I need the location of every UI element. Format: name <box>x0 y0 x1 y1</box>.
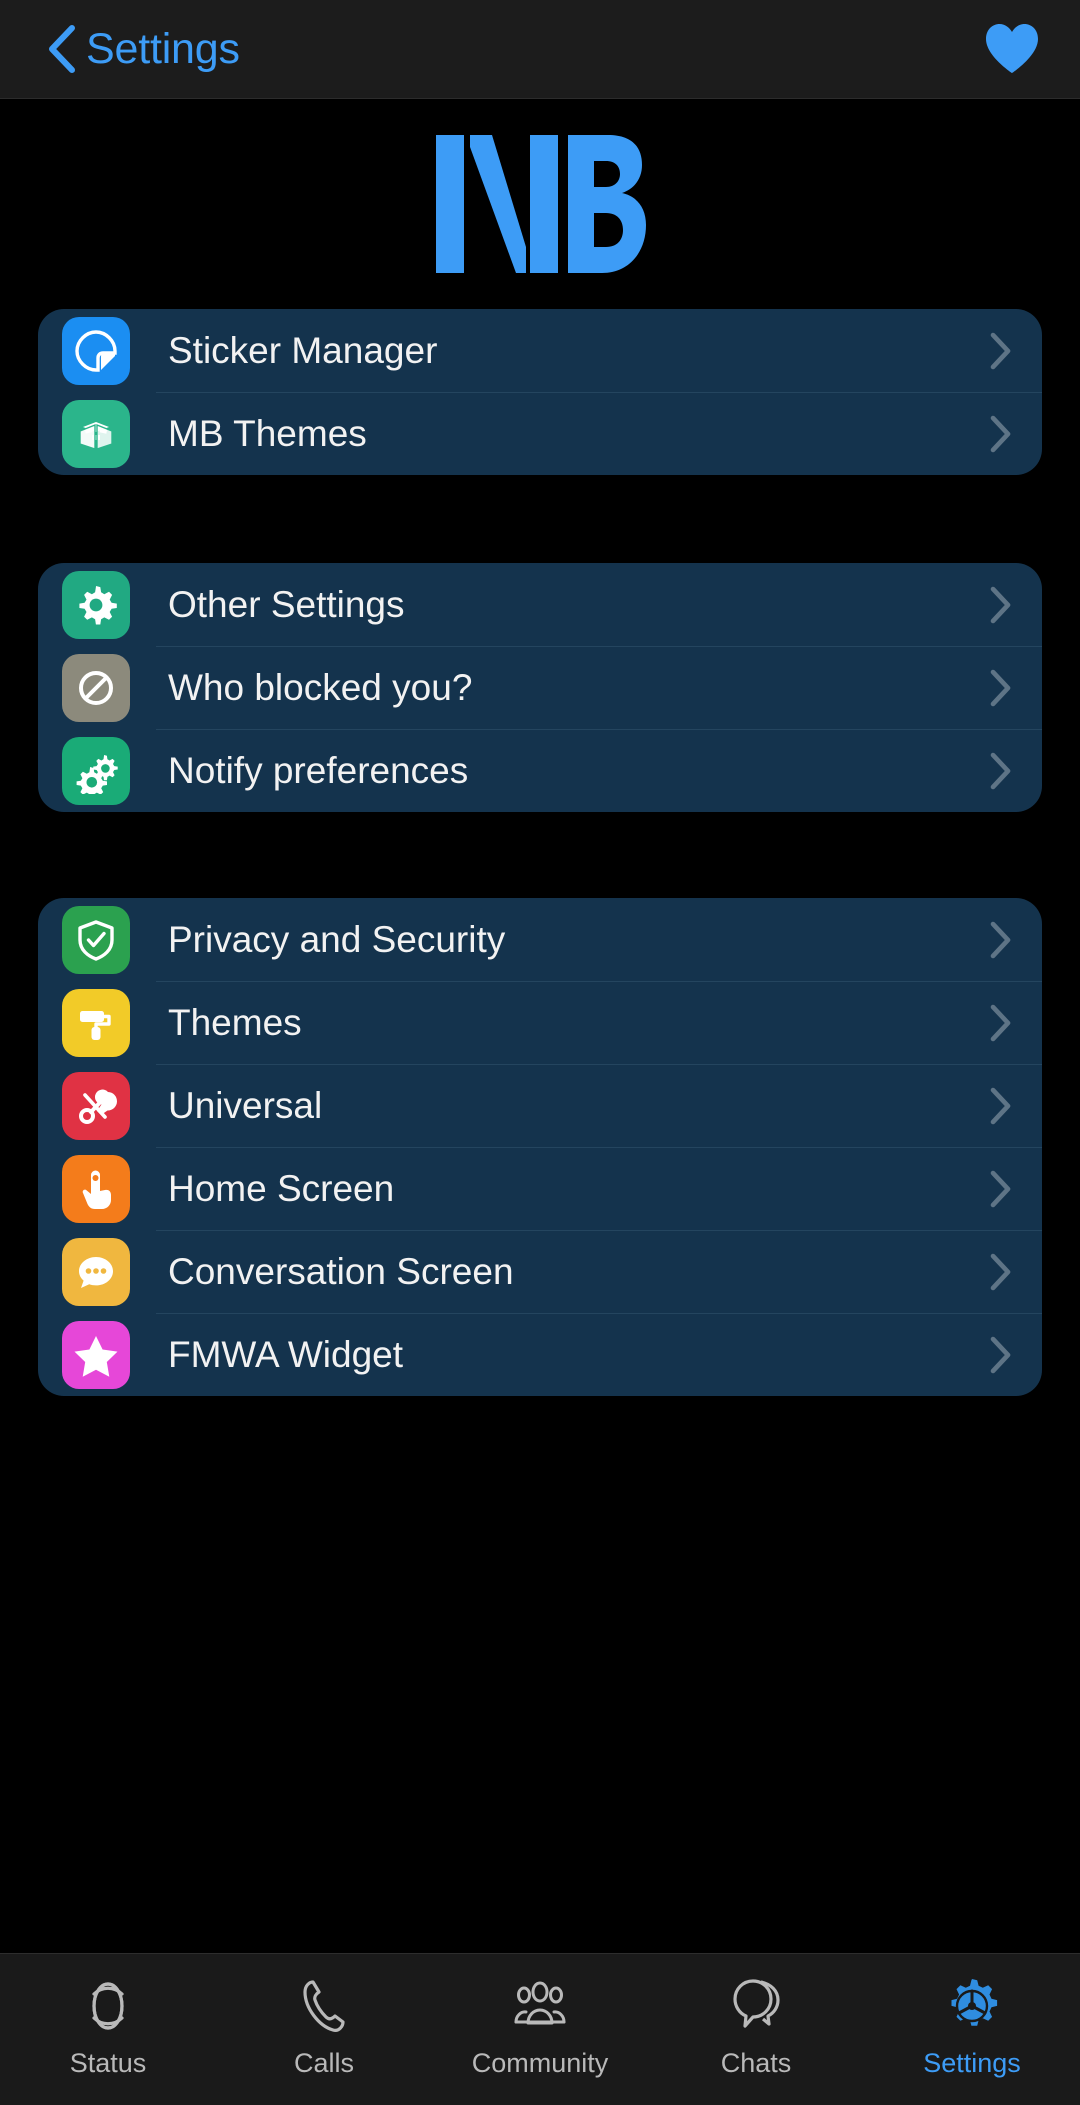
community-icon <box>514 1981 566 2025</box>
list-item-label: FMWA Widget <box>168 1334 404 1375</box>
star-icon <box>62 1320 130 1389</box>
chat-bubble-icon <box>62 1237 130 1306</box>
list-item-label: MB Themes <box>168 413 367 454</box>
mb-logo-icon <box>436 135 646 273</box>
tab-label: Community <box>471 2048 609 2078</box>
chats-icon <box>733 1979 780 2028</box>
list-item-mb-themes[interactable]: MB Themes <box>38 392 1042 475</box>
tab-label: Status <box>69 2048 147 2078</box>
app-logo <box>0 99 1080 309</box>
list-item-home-screen[interactable]: Home Screen <box>38 1147 1042 1230</box>
tab-label: Calls <box>293 2048 354 2078</box>
chevron-right-icon <box>990 1087 1011 1124</box>
settings-screen: Settings Sticker Manager MB Themes Other… <box>0 0 1080 2105</box>
list-item-who-blocked-you[interactable]: Who blocked you? <box>38 646 1042 729</box>
tools-icon <box>62 1071 130 1140</box>
tap-hand-icon <box>62 1154 130 1223</box>
chevron-right-icon <box>990 669 1011 706</box>
tab-chats[interactable]: Chats <box>648 1976 864 2077</box>
list-item-sticker-manager[interactable]: Sticker Manager <box>38 309 1042 392</box>
block-icon <box>62 653 130 722</box>
phone-icon <box>303 1980 345 2032</box>
chevron-right-icon <box>990 1170 1011 1207</box>
settings-group-settings: Other Settings Who blocked you? Notify p… <box>38 563 1042 812</box>
list-item-label: Themes <box>168 1002 302 1043</box>
chevron-right-icon <box>990 1004 1011 1041</box>
list-item-label: Notify preferences <box>168 750 469 791</box>
heart-icon[interactable] <box>984 23 1040 75</box>
list-item-privacy-and-security[interactable]: Privacy and Security <box>38 898 1042 981</box>
chevron-right-icon <box>990 586 1011 623</box>
gear-icon <box>62 570 130 639</box>
gear-active-icon <box>951 1979 998 2026</box>
list-item-fmwa-widget[interactable]: FMWA Widget <box>38 1313 1042 1396</box>
settings-group-modules: Sticker Manager MB Themes <box>38 309 1042 475</box>
list-item-label: Home Screen <box>168 1168 395 1209</box>
chevron-right-icon <box>990 415 1011 452</box>
page-title: Settings <box>86 24 240 73</box>
double-gear-icon <box>62 736 130 805</box>
list-item-label: Who blocked you? <box>168 667 473 708</box>
package-icon <box>62 399 130 468</box>
status-ring-icon <box>92 1982 124 2030</box>
list-item-label: Other Settings <box>168 584 405 625</box>
tab-status[interactable]: Status <box>0 1976 216 2077</box>
navigation-bar: Settings <box>0 0 1080 99</box>
list-item-notify-preferences[interactable]: Notify preferences <box>38 729 1042 812</box>
tab-settings[interactable]: Settings <box>864 1976 1080 2077</box>
chevron-right-icon <box>990 752 1011 789</box>
tab-label: Settings <box>923 2048 1021 2078</box>
list-item-label: Universal <box>168 1085 323 1126</box>
paint-roller-icon <box>62 988 130 1057</box>
sticker-icon <box>62 316 130 385</box>
chevron-left-icon <box>49 25 75 73</box>
shield-check-icon <box>62 905 130 974</box>
chevron-right-icon <box>990 1253 1011 1290</box>
chevron-right-icon <box>990 332 1011 369</box>
chevron-right-icon <box>990 1336 1011 1373</box>
list-item-label: Privacy and Security <box>168 919 506 960</box>
list-item-label: Conversation Screen <box>168 1251 514 1292</box>
back-button[interactable]: Settings <box>46 25 240 73</box>
list-item-label: Sticker Manager <box>168 330 438 371</box>
bottom-tab-bar: Status Calls Community Chats Settings <box>0 1953 1080 2105</box>
settings-content: Sticker Manager MB Themes Other Settings… <box>0 309 1080 1953</box>
chevron-right-icon <box>990 921 1011 958</box>
settings-group-appearance: Privacy and Security Themes Universal Ho… <box>38 898 1042 1396</box>
list-item-universal[interactable]: Universal <box>38 1064 1042 1147</box>
list-item-other-settings[interactable]: Other Settings <box>38 563 1042 646</box>
tab-calls[interactable]: Calls <box>216 1976 432 2077</box>
tab-community[interactable]: Community <box>432 1976 648 2077</box>
list-item-conversation-screen[interactable]: Conversation Screen <box>38 1230 1042 1313</box>
tab-label: Chats <box>720 2048 792 2078</box>
list-item-themes[interactable]: Themes <box>38 981 1042 1064</box>
